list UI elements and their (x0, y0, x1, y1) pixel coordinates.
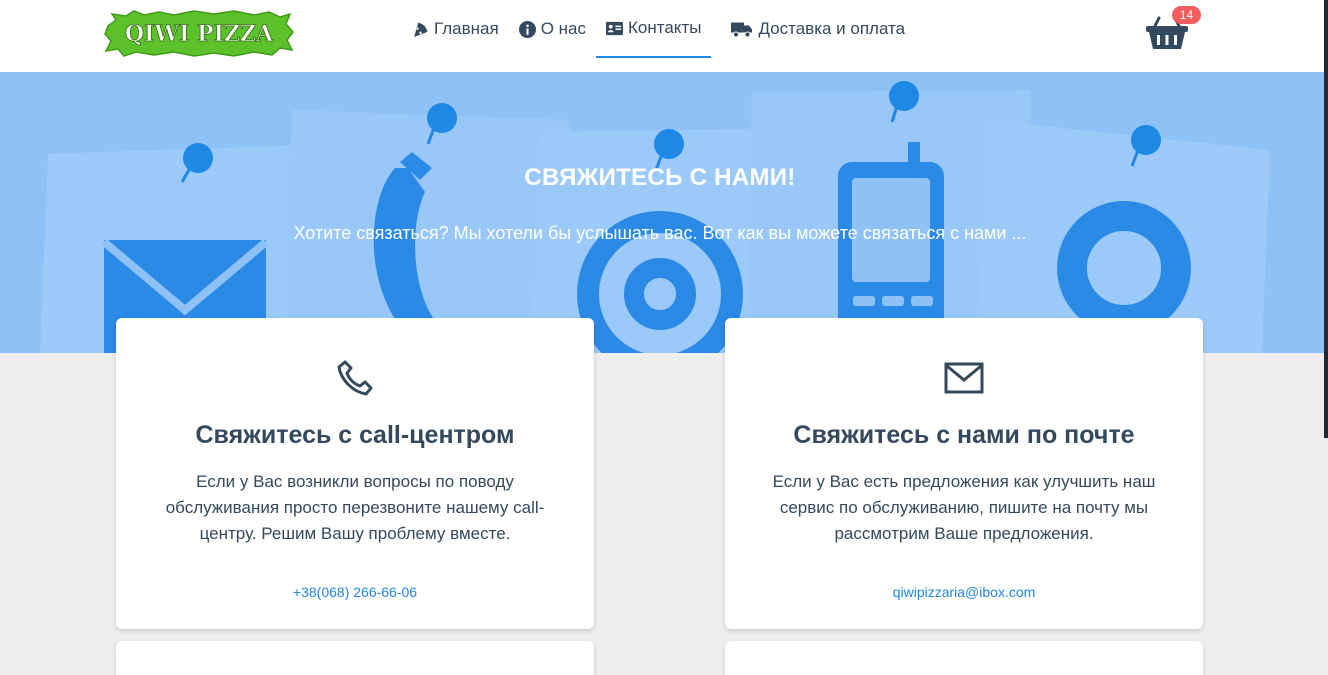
hero-title: СВЯЖИТЕСЬ С НАМИ! (524, 164, 796, 191)
nav-home-label: Главная (434, 19, 499, 38)
call-center-title: Свяжитесь с call-центром (195, 421, 515, 449)
phone-link[interactable]: +38(068) 266-66-06 (116, 584, 594, 600)
email-title: Свяжитесь с нами по почте (793, 421, 1135, 449)
phone-icon (337, 360, 373, 396)
extra-card-right (725, 641, 1203, 675)
page-scrollbar[interactable] (1324, 0, 1328, 438)
nav-contacts[interactable]: Контакты (596, 0, 712, 58)
nav-home[interactable]: Главная (402, 0, 509, 58)
call-center-text: Если у Вас возникли вопросы по поводу об… (165, 472, 545, 543)
nav-delivery-label: Доставка и оплата (758, 19, 906, 38)
email-text: Если у Вас есть предложения как улучшить… (772, 472, 1156, 543)
email-card: Свяжитесь с нами по почте Если у Вас ест… (725, 318, 1203, 629)
cart-count-badge: 14 (1172, 6, 1201, 24)
call-center-card: Свяжитесь с call-центром Если у Вас возн… (116, 318, 594, 629)
contact-hero: СВЯЖИТЕСЬ С НАМИ! Хотите связаться? Мы х… (0, 72, 1324, 353)
main-nav: Главная О нас Контакты Доставка и оплата (402, 0, 915, 72)
info-circle-icon (518, 20, 536, 38)
extra-card-left (116, 641, 594, 675)
nav-contacts-label: Контакты (628, 18, 702, 37)
pizza-slice-icon (414, 20, 429, 37)
truck-icon (731, 22, 753, 37)
site-header: QIWI PIZZA Главная О нас Контакты Достав… (0, 0, 1324, 72)
address-card-icon (606, 21, 624, 35)
envelope-icon (944, 362, 984, 394)
svg-text:QIWI PIZZA: QIWI PIZZA (125, 21, 274, 47)
email-link[interactable]: qiwipizzaria@ibox.com (725, 584, 1203, 600)
hero-subtitle: Хотите связаться? Мы хотели бы услышать … (293, 223, 1027, 243)
nav-about[interactable]: О нас (509, 0, 596, 58)
nav-about-label: О нас (540, 19, 587, 38)
hero-background-art (40, 81, 1270, 353)
qiwi-pizza-logo[interactable]: QIWI PIZZA (104, 8, 294, 58)
nav-delivery[interactable]: Доставка и оплата (721, 0, 915, 58)
